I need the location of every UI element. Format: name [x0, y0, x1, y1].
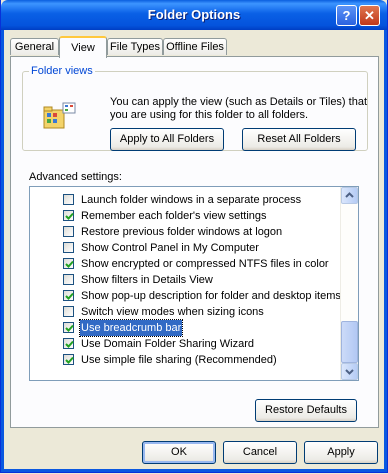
tab-general[interactable]: General — [10, 38, 59, 55]
checkmark-icon — [65, 340, 74, 348]
window-border-right — [384, 30, 387, 472]
checkmark-icon — [65, 292, 74, 300]
setting-label: Use breadcrumb bar — [78, 319, 184, 337]
vertical-scrollbar[interactable] — [340, 187, 358, 380]
checkmark-icon — [65, 324, 74, 332]
checkmark-icon — [65, 212, 74, 220]
folder-views-icon — [43, 102, 77, 132]
setting-checkbox[interactable] — [63, 242, 74, 253]
setting-checkbox[interactable] — [63, 338, 74, 349]
setting-label: Use simple file sharing (Recommended) — [81, 354, 277, 366]
setting-label: Use Domain Folder Sharing Wizard — [81, 338, 255, 350]
advanced-settings-label: Advanced settings: — [29, 171, 122, 183]
folder-options-window: Folder Options ? ✕ General View File Typ… — [0, 0, 388, 473]
setting-checkbox[interactable] — [63, 194, 74, 205]
setting-checkbox[interactable] — [63, 226, 74, 237]
setting-label: Show encrypted or compressed NTFS files … — [81, 258, 329, 270]
window-border-left — [1, 30, 4, 472]
setting-checkbox[interactable] — [63, 322, 74, 333]
setting-label: Remember each folder's view settings — [81, 210, 267, 222]
setting-label: Show pop-up description for folder and d… — [81, 290, 341, 302]
setting-label: Restore previous folder windows at logon — [81, 226, 283, 238]
reset-all-folders-button[interactable]: Reset All Folders — [242, 128, 356, 151]
apply-button[interactable]: Apply — [304, 441, 378, 464]
help-button[interactable]: ? — [336, 5, 357, 26]
setting-checkbox[interactable] — [63, 354, 74, 365]
restore-defaults-button[interactable]: Restore Defaults — [255, 399, 357, 422]
setting-checkbox[interactable] — [63, 290, 74, 301]
setting-checkbox[interactable] — [63, 306, 74, 317]
setting-label: Show Control Panel in My Computer — [81, 242, 259, 254]
title-bar[interactable]: Folder Options ? ✕ — [1, 0, 387, 30]
scroll-down-button[interactable] — [341, 363, 358, 380]
scroll-thumb[interactable] — [341, 321, 358, 363]
setting-checkbox[interactable] — [63, 258, 74, 269]
tab-file-types[interactable]: File Types — [107, 38, 163, 55]
chevron-down-icon — [345, 369, 354, 375]
view-tab-panel: Folder views You can apply the view (suc… — [10, 56, 379, 428]
advanced-settings-list[interactable]: Launch folder windows in a separate proc… — [29, 186, 359, 381]
window-title: Folder Options — [147, 7, 241, 22]
checkmark-icon — [65, 356, 74, 364]
folder-views-legend: Folder views — [29, 65, 95, 77]
window-border-bottom — [1, 469, 387, 472]
tab-view[interactable]: View — [59, 36, 107, 58]
setting-checkbox[interactable] — [63, 210, 74, 221]
setting-label: Show filters in Details View — [81, 274, 213, 286]
setting-checkbox[interactable] — [63, 274, 74, 285]
cancel-button[interactable]: Cancel — [223, 441, 297, 464]
setting-label: Launch folder windows in a separate proc… — [81, 194, 302, 206]
folder-views-group: Folder views You can apply the view (suc… — [22, 65, 368, 151]
close-button[interactable]: ✕ — [359, 5, 380, 26]
setting-label: Switch view modes when sizing icons — [81, 306, 264, 318]
scroll-up-button[interactable] — [341, 187, 358, 204]
apply-to-all-folders-button[interactable]: Apply to All Folders — [110, 128, 224, 151]
chevron-up-icon — [345, 192, 354, 198]
folder-views-description: You can apply the view (such as Details … — [110, 96, 368, 121]
checkmark-icon — [65, 260, 74, 268]
ok-button[interactable]: OK — [142, 441, 216, 464]
tab-offline-files[interactable]: Offline Files — [163, 38, 227, 55]
